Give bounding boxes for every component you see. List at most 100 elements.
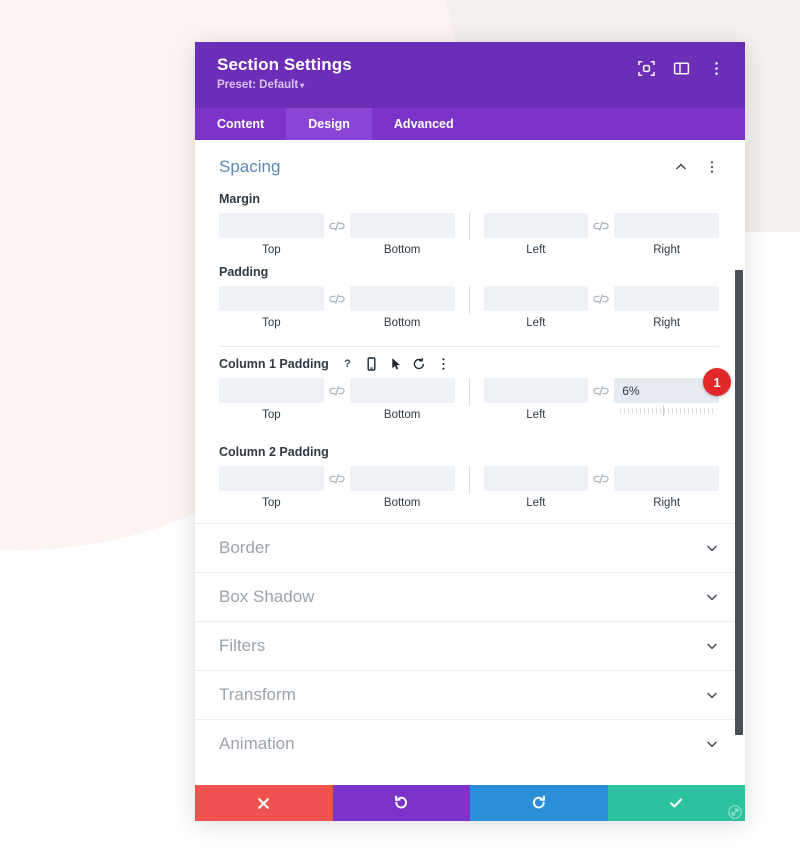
column-1-left-field: Left — [483, 378, 589, 421]
unlink-icon[interactable] — [324, 466, 350, 491]
tab-content[interactable]: Content — [195, 108, 286, 140]
column-1-bottom-input[interactable] — [349, 378, 455, 403]
column-1-left-input[interactable] — [483, 378, 589, 403]
margin-left-caption: Left — [526, 244, 546, 256]
margin-quad: Top Bottom Left Right — [219, 213, 719, 256]
modal-body-scroll-area[interactable]: Spacing Margin Top Bottom Left Right Pad… — [195, 140, 745, 785]
redo-button[interactable] — [470, 785, 608, 821]
scrollbar-thumb[interactable] — [735, 270, 743, 735]
section-animation[interactable]: Animation — [195, 719, 745, 768]
help-icon[interactable]: ? — [340, 356, 355, 371]
more-vertical-icon[interactable] — [704, 160, 719, 175]
tab-design[interactable]: Design — [286, 108, 372, 140]
preset-label: Preset: Default — [217, 79, 299, 91]
quad-divider — [468, 378, 470, 406]
field-group-label: Padding — [219, 265, 719, 279]
quad-divider — [468, 466, 470, 494]
section-transform[interactable]: Transform — [195, 670, 745, 719]
chevron-down-icon — [705, 541, 719, 555]
more-vertical-icon[interactable] — [707, 59, 725, 77]
hover-cursor-icon[interactable] — [388, 356, 403, 371]
margin-label: Margin — [219, 192, 260, 206]
chevron-up-icon[interactable] — [673, 160, 688, 175]
field-group-margin: Margin Top Bottom Left Right — [195, 183, 745, 256]
undo-icon — [393, 795, 409, 811]
column-1-vertical-pair: Top Bottom — [219, 378, 455, 421]
column-1-right-field: 1 — [614, 368, 731, 416]
column-1-top-input[interactable] — [219, 378, 324, 403]
resize-handle-icon[interactable] — [727, 804, 743, 820]
column-2-bottom-input[interactable] — [349, 466, 455, 491]
padding-right-caption: Right — [653, 317, 681, 329]
checkmark-icon — [668, 795, 684, 811]
spacing-panel-title: Spacing — [219, 157, 281, 176]
margin-top-input[interactable] — [219, 213, 324, 238]
redo-icon — [531, 795, 547, 811]
field-group-column-1-padding: Column 1 Padding ? Top Bottom Left 6% 1 — [195, 347, 745, 421]
column-1-top-caption: Top — [262, 409, 281, 421]
section-filters[interactable]: Filters — [195, 621, 745, 670]
chevron-down-icon: ▾ — [300, 81, 305, 90]
responsive-icon[interactable] — [364, 356, 379, 371]
column-1-bottom-field: Bottom — [349, 378, 455, 421]
more-vertical-icon[interactable] — [436, 356, 451, 371]
column-2-top-input[interactable] — [219, 466, 324, 491]
column-2-left-input[interactable] — [483, 466, 589, 491]
column-2-top-caption: Top — [262, 497, 281, 509]
quad-divider — [468, 213, 470, 241]
reset-icon[interactable] — [412, 356, 427, 371]
tab-advanced[interactable]: Advanced — [372, 108, 476, 140]
margin-right-input[interactable] — [614, 213, 719, 238]
section-box-shadow[interactable]: Box Shadow — [195, 572, 745, 621]
padding-right-field: Right — [614, 286, 719, 329]
margin-left-field: Left — [483, 213, 589, 256]
column-1-padding-quad: Top Bottom Left 6% 1 — [219, 368, 731, 421]
field-group-padding: Padding Top Bottom Left Right — [195, 256, 745, 329]
unlink-icon[interactable] — [588, 213, 614, 238]
range-slider-ruler[interactable] — [620, 405, 713, 416]
section-label: Transform — [219, 685, 296, 704]
spacing-panel-header[interactable]: Spacing — [195, 140, 745, 183]
unlink-icon[interactable] — [324, 378, 350, 403]
padding-top-input[interactable] — [219, 286, 324, 311]
section-settings-modal: Section Settings Preset: Default ▾ Conte… — [195, 42, 745, 821]
focus-target-icon[interactable] — [637, 59, 655, 77]
unlink-icon[interactable] — [324, 213, 350, 238]
section-label: Box Shadow — [219, 587, 315, 606]
margin-bottom-input[interactable] — [349, 213, 455, 238]
margin-left-input[interactable] — [483, 213, 589, 238]
modal-body-content: Spacing Margin Top Bottom Left Right Pad… — [195, 140, 745, 768]
padding-bottom-input[interactable] — [349, 286, 455, 311]
step-badge-1: 1 — [703, 368, 731, 396]
undo-button[interactable] — [332, 785, 470, 821]
split-layout-icon[interactable] — [672, 59, 690, 77]
unlink-icon[interactable] — [588, 378, 614, 403]
scrollbar-track[interactable] — [734, 140, 743, 785]
unlink-icon[interactable] — [324, 286, 350, 311]
section-border[interactable]: Border — [195, 523, 745, 572]
collapsed-sections-list: Border Box Shadow Filters Transform Anim… — [195, 523, 745, 768]
header-titles: Section Settings Preset: Default ▾ — [217, 55, 352, 91]
padding-left-input[interactable] — [483, 286, 589, 311]
padding-bottom-field: Bottom — [349, 286, 455, 329]
modal-footer — [195, 785, 745, 821]
margin-top-field: Top — [219, 213, 324, 256]
padding-label: Padding — [219, 265, 269, 279]
padding-right-input[interactable] — [614, 286, 719, 311]
spacing-panel-icons — [673, 160, 719, 175]
save-button[interactable] — [607, 785, 745, 821]
unlink-icon[interactable] — [588, 286, 614, 311]
column-2-padding-quad: Top Bottom Left Right — [219, 466, 719, 509]
preset-selector[interactable]: Preset: Default ▾ — [217, 79, 352, 91]
cancel-button[interactable] — [195, 785, 333, 821]
column-2-vertical-pair: Top Bottom — [219, 466, 455, 509]
header-icon-group — [637, 55, 725, 77]
column-2-right-input[interactable] — [614, 466, 719, 491]
svg-text:?: ? — [344, 358, 351, 370]
margin-bottom-caption: Bottom — [383, 244, 421, 256]
unlink-icon[interactable] — [588, 466, 614, 491]
padding-vertical-pair: Top Bottom — [219, 286, 455, 329]
field-group-label: Column 1 Padding ? — [219, 356, 719, 371]
chevron-down-icon — [705, 590, 719, 604]
padding-top-caption: Top — [262, 317, 281, 329]
